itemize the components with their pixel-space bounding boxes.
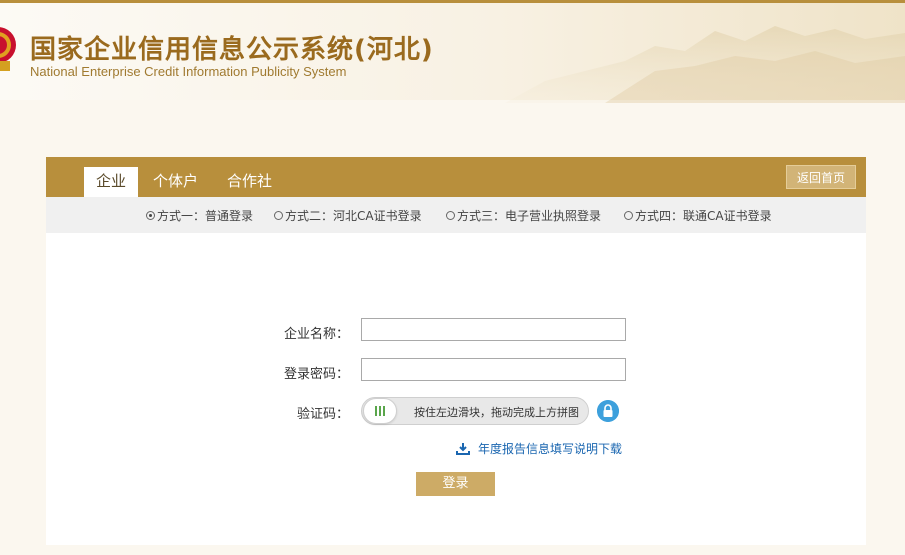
mountain-banner-image — [505, 26, 905, 103]
site-header: 国家企业信用信息公示系统(河北) National Enterprise Cre… — [0, 3, 905, 103]
method-label: 方式一：普通登录 — [157, 209, 254, 223]
method-option-4[interactable]: 方式四：联通CA证书登录 — [624, 207, 772, 224]
captcha-label: 验证码： — [297, 407, 350, 422]
grip-icon — [374, 406, 386, 416]
captcha-slider[interactable]: 按住左边滑块，拖动完成上方拼图 — [361, 397, 589, 425]
slider-handle[interactable] — [363, 398, 397, 424]
password-input[interactable] — [361, 358, 626, 381]
site-title: 国家企业信用信息公示系统(河北) — [30, 35, 434, 65]
company-name-label: 企业名称： — [284, 327, 350, 342]
download-icon — [456, 442, 470, 455]
national-emblem-icon — [0, 27, 16, 71]
method-label: 方式四：联通CA证书登录 — [635, 209, 772, 223]
site-subtitle: National Enterprise Credit Information P… — [30, 64, 347, 79]
return-home-button[interactable]: 返回首页 — [786, 165, 856, 189]
radio-checked-icon[interactable] — [146, 211, 155, 220]
tab-individual[interactable]: 个体户 — [153, 167, 198, 197]
password-label: 登录密码： — [284, 367, 350, 382]
method-option-2[interactable]: 方式二：河北CA证书登录 — [274, 207, 422, 224]
annual-report-download-link[interactable]: 年度报告信息填写说明下载 — [456, 440, 622, 457]
tab-bar: 企业 个体户 合作社 返回首页 — [46, 157, 866, 197]
radio-unchecked-icon[interactable] — [446, 211, 455, 220]
download-label: 年度报告信息填写说明下载 — [478, 442, 623, 456]
method-label: 方式二：河北CA证书登录 — [285, 209, 422, 223]
method-option-3[interactable]: 方式三：电子营业执照登录 — [446, 207, 601, 224]
slider-hint: 按住左边滑块，拖动完成上方拼图 — [414, 406, 579, 419]
method-option-1[interactable]: 方式一：普通登录 — [146, 207, 253, 224]
tab-cooperative[interactable]: 合作社 — [227, 167, 272, 197]
lock-icon — [597, 400, 619, 422]
login-button[interactable]: 登录 — [416, 472, 495, 496]
company-name-input[interactable] — [361, 318, 626, 341]
method-label: 方式三：电子营业执照登录 — [457, 209, 602, 223]
login-method-bar: 方式一：普通登录 方式二：河北CA证书登录 方式三：电子营业执照登录 方式四：联… — [46, 197, 866, 233]
radio-unchecked-icon[interactable] — [624, 211, 633, 220]
radio-unchecked-icon[interactable] — [274, 211, 283, 220]
tab-enterprise[interactable]: 企业 — [84, 167, 139, 197]
login-panel: 企业 个体户 合作社 返回首页 方式一：普通登录 方式二：河北CA证书登录 方式… — [46, 157, 866, 545]
